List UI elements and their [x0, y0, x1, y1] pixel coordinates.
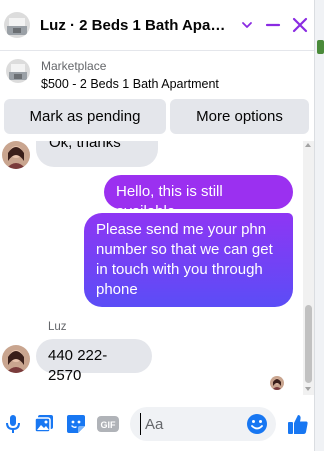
listing-avatar: [4, 12, 30, 38]
message-list[interactable]: Ok, thanks Hello, this is still availabl…: [0, 141, 303, 395]
background-chip: [317, 40, 324, 54]
photo-icon[interactable]: [34, 414, 54, 434]
close-icon[interactable]: [289, 14, 311, 36]
avatar[interactable]: [2, 345, 30, 373]
outgoing-message[interactable]: Please send me your phn number so that w…: [84, 213, 293, 307]
marketplace-label: Marketplace: [41, 59, 107, 73]
sender-name: Luz: [48, 321, 67, 333]
listing-thumbnail: [6, 59, 30, 83]
minimize-icon[interactable]: [262, 14, 284, 36]
marketplace-panel: Marketplace $500 - 2 Beds 1 Bath Apartme…: [0, 51, 314, 141]
emoji-icon[interactable]: [246, 413, 268, 435]
avatar[interactable]: [2, 141, 30, 169]
scroll-up-arrow[interactable]: [305, 143, 311, 147]
chat-window: Luz · 2 Beds 1 Bath Apartment Marketplac…: [0, 0, 315, 451]
mark-as-pending-button[interactable]: Mark as pending: [4, 99, 166, 134]
message-input-box[interactable]: [130, 407, 276, 441]
message-scrollbar[interactable]: [303, 141, 314, 395]
gif-label: GIF: [101, 420, 117, 430]
listing-title[interactable]: $500 - 2 Beds 1 Bath Apartment: [41, 77, 219, 91]
microphone-icon[interactable]: [3, 414, 23, 434]
more-options-button[interactable]: More options: [170, 99, 309, 134]
chevron-down-icon[interactable]: [236, 14, 258, 36]
thumbs-up-icon[interactable]: [287, 413, 309, 435]
read-receipt-avatar: [270, 376, 284, 390]
incoming-message[interactable]: 440 222-2570: [36, 339, 152, 384]
incoming-message-partial[interactable]: Ok, thanks: [36, 141, 158, 167]
gif-icon[interactable]: GIF: [97, 414, 119, 434]
scroll-thumb[interactable]: [305, 305, 312, 383]
scroll-down-arrow[interactable]: [305, 387, 311, 391]
sticker-icon[interactable]: [66, 414, 86, 434]
background-page-edge: [315, 0, 324, 451]
chat-title[interactable]: Luz · 2 Beds 1 Bath Apartment: [40, 17, 230, 34]
outgoing-message[interactable]: Hello, this is still available: [104, 175, 293, 220]
composer-bar: GIF: [0, 395, 314, 451]
message-input[interactable]: [140, 413, 240, 435]
